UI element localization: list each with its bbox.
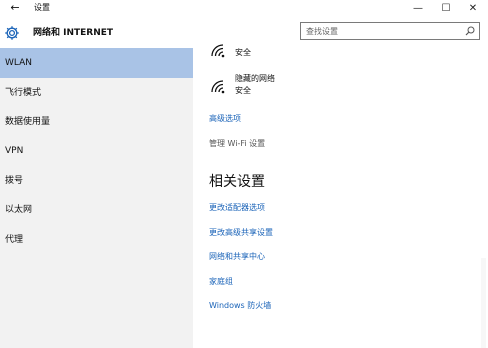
sidebar-item-dialup[interactable]: 拨号 [0, 166, 193, 196]
network-sharing-center-link[interactable]: 网络和共享中心 [209, 251, 265, 263]
search-box[interactable] [300, 22, 480, 40]
network-name: 隐藏的网络 [235, 74, 275, 83]
main-content: 安全 隐藏的网络 安全 高级选项 管理 Wi-Fi 设置 相关设置 更改适配器选… [193, 44, 488, 348]
scrollbar[interactable] [481, 258, 486, 348]
manage-wifi-settings-link[interactable]: 管理 Wi-Fi 设置 [209, 138, 265, 150]
homegroup-link[interactable]: 家庭组 [209, 276, 233, 288]
sidebar-item-airplane-mode[interactable]: 飞行模式 [0, 78, 193, 108]
search-icon[interactable] [465, 26, 475, 36]
close-button[interactable]: ✕ [461, 0, 485, 18]
window-title: 设置 [34, 3, 50, 12]
search-input[interactable] [306, 23, 456, 39]
related-settings-heading: 相关设置 [209, 174, 265, 190]
sidebar-item-wlan[interactable]: WLAN [0, 48, 193, 78]
wifi-signal-icon [211, 80, 225, 94]
page-header: 网络和 INTERNET [0, 18, 488, 48]
windows-firewall-link[interactable]: Windows 防火墙 [209, 300, 271, 312]
advanced-options-link[interactable]: 高级选项 [209, 113, 241, 125]
wifi-signal-icon [211, 44, 225, 58]
network-status: 安全 [235, 86, 251, 95]
maximize-button[interactable]: ☐ [434, 0, 458, 18]
network-status: 安全 [235, 48, 251, 57]
page-title: 网络和 INTERNET [33, 28, 114, 38]
minimize-button[interactable]: — [406, 0, 430, 18]
change-adapter-options-link[interactable]: 更改适配器选项 [209, 202, 265, 214]
title-bar: ← 设置 — ☐ ✕ [0, 0, 488, 18]
sidebar-item-proxy[interactable]: 代理 [0, 225, 193, 255]
gear-icon [5, 26, 19, 40]
sidebar-item-data-usage[interactable]: 数据使用量 [0, 107, 193, 137]
sidebar: WLAN 飞行模式 数据使用量 VPN 拨号 以太网 代理 [0, 48, 193, 348]
sidebar-item-ethernet[interactable]: 以太网 [0, 195, 193, 225]
sidebar-item-vpn[interactable]: VPN [0, 136, 193, 166]
back-button[interactable]: ← [8, 1, 22, 15]
change-advanced-sharing-link[interactable]: 更改高级共享设置 [209, 227, 273, 239]
